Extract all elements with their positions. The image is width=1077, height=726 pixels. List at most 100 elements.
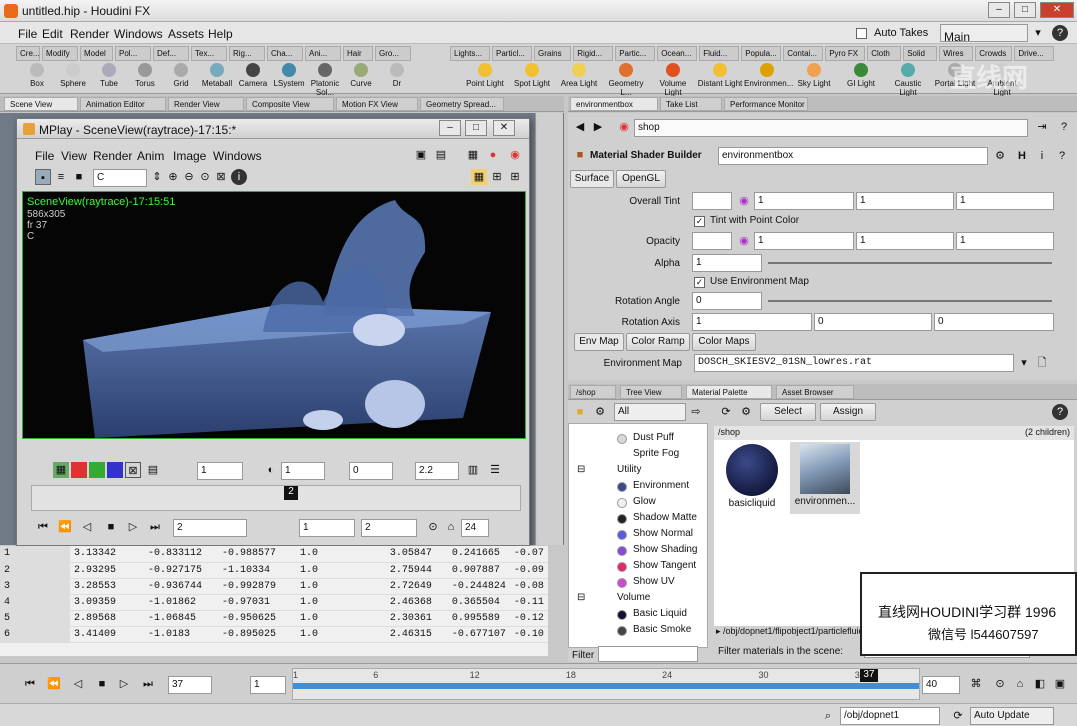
tree-item-show-tangent[interactable]: Show Tangent bbox=[633, 560, 696, 571]
tl-go-end-icon[interactable]: ⏭ bbox=[140, 676, 156, 692]
mplay-menu-anim[interactable]: Anim bbox=[137, 149, 164, 163]
shelf-tab-popula[interactable]: Popula... bbox=[741, 46, 782, 61]
shelf-tab-model[interactable]: Model bbox=[80, 46, 113, 61]
color-picker-icon[interactable]: ◉ bbox=[736, 193, 752, 209]
gamma-2-field[interactable]: 2.2 bbox=[415, 462, 459, 480]
channel-select[interactable]: C bbox=[93, 169, 147, 187]
tool-sky-light[interactable]: Sky Light bbox=[791, 62, 837, 92]
material-swatch-basicliquid[interactable]: basicliquid bbox=[718, 442, 786, 514]
tool-distant-light[interactable]: Distant Light bbox=[697, 62, 743, 92]
mplay-end-field[interactable]: 2 bbox=[361, 519, 417, 537]
tab-color-maps[interactable]: Color Maps bbox=[692, 333, 756, 351]
tab-geometry-spread[interactable]: Geometry Spread... bbox=[420, 97, 504, 111]
tree-item-volume[interactable]: Volume bbox=[617, 592, 650, 603]
shelf-tab-def[interactable]: Def... bbox=[153, 46, 189, 61]
info-icon[interactable]: i bbox=[231, 169, 247, 185]
view-black-icon[interactable]: ■ bbox=[71, 169, 87, 185]
overall-tint-g[interactable]: 1 bbox=[856, 192, 954, 210]
menu-windows[interactable]: Windows bbox=[114, 27, 163, 41]
shelf-tab-cha[interactable]: Cha... bbox=[267, 46, 303, 61]
palette-filter-field[interactable] bbox=[598, 646, 698, 662]
status-search-icon[interactable]: ⌕ bbox=[820, 708, 836, 724]
tab-motion-fx-view[interactable]: Motion FX View bbox=[336, 97, 418, 111]
step-back-icon[interactable]: ⏪ bbox=[57, 519, 73, 535]
scene-help-icon[interactable]: ? bbox=[1052, 404, 1068, 420]
palette-folder-icon[interactable]: ■ bbox=[572, 404, 588, 420]
tab-asset-browser[interactable]: Asset Browser bbox=[776, 385, 854, 399]
mplay-snapshot-icon[interactable]: ▣ bbox=[413, 147, 429, 163]
node-info-icon[interactable]: i bbox=[1034, 148, 1050, 164]
tab-surface[interactable]: Surface bbox=[570, 170, 614, 188]
node-help-icon[interactable]: ? bbox=[1054, 148, 1070, 164]
tree-item-sprite-fog[interactable]: Sprite Fog bbox=[633, 448, 679, 459]
channel-stepper-icon[interactable]: ⇕ bbox=[149, 169, 165, 185]
current-frame-field[interactable]: 37 bbox=[168, 676, 212, 694]
alpha-channel-icon[interactable]: ⊠ bbox=[125, 462, 141, 478]
shelf-tab-cre[interactable]: Cre... bbox=[16, 46, 40, 61]
node-gear-icon[interactable]: ⚙ bbox=[992, 148, 1008, 164]
global-anim-icon[interactable]: ◧ bbox=[1032, 676, 1048, 692]
tree-item-dust-puff[interactable]: Dust Puff bbox=[633, 432, 674, 443]
tool-box[interactable]: Box bbox=[18, 62, 56, 92]
palette-filter-select[interactable]: All bbox=[614, 403, 686, 421]
tool-area-light[interactable]: Area Light bbox=[556, 62, 602, 92]
rotation-angle-slider[interactable] bbox=[768, 300, 1052, 302]
tree-item-basic-smoke[interactable]: Basic Smoke bbox=[633, 624, 691, 635]
checker-icon[interactable]: ▦ bbox=[471, 169, 487, 185]
opacity-swatch[interactable] bbox=[692, 232, 732, 250]
key-icon[interactable]: ⌘ bbox=[968, 676, 984, 692]
menu-render[interactable]: Render bbox=[70, 27, 109, 41]
tree-item-show-shading[interactable]: Show Shading bbox=[633, 544, 698, 555]
pin-icon[interactable]: ⇥ bbox=[1034, 119, 1050, 135]
mplay-minimize-button[interactable]: – bbox=[439, 120, 461, 136]
tl-step-back-icon[interactable]: ⏪ bbox=[46, 676, 62, 692]
material-swatch-environment[interactable]: environmen... bbox=[790, 442, 860, 514]
menu-assets[interactable]: Assets bbox=[168, 27, 204, 41]
use-env-map-checkbox[interactable]: ✓ bbox=[694, 277, 705, 288]
tree-item-show-uv[interactable]: Show UV bbox=[633, 576, 675, 587]
realtime-icon[interactable]: ⊙ bbox=[425, 519, 441, 535]
tab-render-view[interactable]: Render View bbox=[168, 97, 244, 111]
rotation-axis-x[interactable]: 1 bbox=[692, 313, 812, 331]
zoom-in-icon[interactable]: ⊕ bbox=[165, 169, 181, 185]
mplay-flipbook-icon[interactable]: ▦ bbox=[465, 147, 481, 163]
rotation-angle-field[interactable]: 0 bbox=[692, 292, 762, 310]
tool-tube[interactable]: Tube bbox=[90, 62, 128, 92]
black-point-field[interactable]: 0 bbox=[349, 462, 393, 480]
mplay-menu-view[interactable]: View bbox=[61, 149, 87, 163]
tl-go-start-icon[interactable]: ⏮ bbox=[22, 676, 38, 692]
menu-edit[interactable]: Edit bbox=[42, 27, 63, 41]
tool-curve[interactable]: Curve bbox=[342, 62, 380, 92]
opacity-picker-icon[interactable]: ◉ bbox=[736, 233, 752, 249]
desktop-select[interactable]: Main bbox=[940, 24, 1028, 42]
mplay-render-icon[interactable]: ◉ bbox=[507, 147, 523, 163]
guide-icon[interactable]: ⊞ bbox=[489, 169, 505, 185]
mplay-menu-image[interactable]: Image bbox=[173, 149, 206, 163]
render-viewport[interactable]: SceneView(raytrace)-17:15:51 586x305 fr … bbox=[22, 191, 526, 439]
forward-icon[interactable]: ▶ bbox=[590, 119, 606, 135]
timeline-scrubber[interactable]: 161218243036 37 bbox=[292, 668, 920, 700]
shelf-tab-cloth[interactable]: Cloth bbox=[867, 46, 902, 61]
shelf-tab-solid[interactable]: Solid bbox=[903, 46, 938, 61]
tool-grid[interactable]: Grid bbox=[162, 62, 200, 92]
go-end-icon[interactable]: ⏭ bbox=[147, 519, 163, 535]
play-back-icon[interactable]: ◁ bbox=[79, 519, 95, 535]
tab-scene-view[interactable]: Scene View bbox=[4, 97, 78, 111]
refresh-icon[interactable]: ⟳ bbox=[718, 404, 734, 420]
histogram-icon[interactable]: ▥ bbox=[465, 462, 481, 478]
mplay-frame-field[interactable]: 2 bbox=[173, 519, 247, 537]
maximize-button[interactable]: □ bbox=[1014, 2, 1036, 18]
end-frame-field[interactable]: 40 bbox=[922, 676, 960, 694]
node-h-icon[interactable]: H bbox=[1014, 148, 1030, 164]
tl-stop-icon[interactable]: ■ bbox=[94, 676, 110, 692]
tree-item-shadow-matte[interactable]: Shadow Matte bbox=[633, 512, 697, 523]
tool-sphere[interactable]: Sphere bbox=[54, 62, 92, 92]
tool-dr[interactable]: Dr bbox=[378, 62, 416, 92]
tool-lsystem[interactable]: LSystem bbox=[270, 62, 308, 92]
alpha-field[interactable]: 1 bbox=[692, 254, 762, 272]
tab-env-map[interactable]: Env Map bbox=[574, 333, 624, 351]
shelf-tab-hair[interactable]: Hair bbox=[343, 46, 373, 61]
shelf-tab-fluid[interactable]: Fluid... bbox=[699, 46, 740, 61]
mplay-maximize-button[interactable]: □ bbox=[465, 120, 487, 136]
stop-icon[interactable]: ■ bbox=[103, 519, 119, 535]
